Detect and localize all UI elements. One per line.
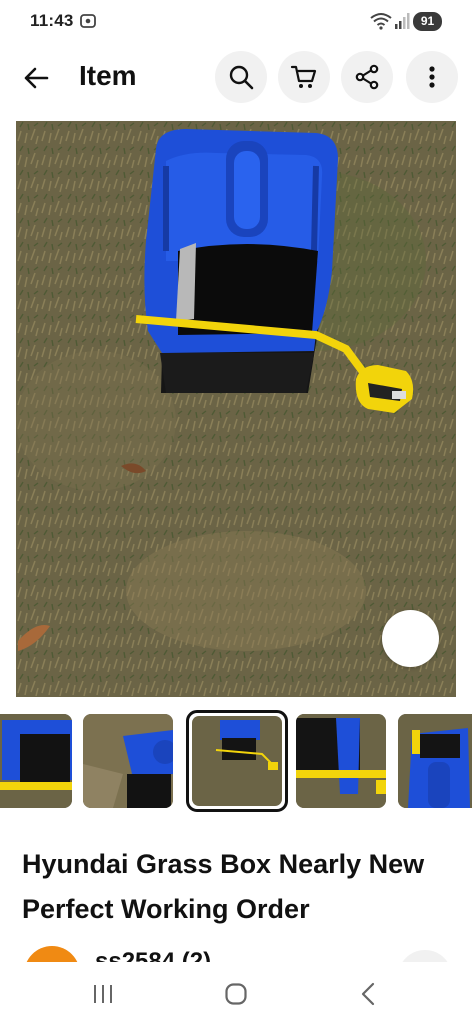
back-icon [361,982,375,1006]
app-header: Item [0,48,472,108]
page-title: Item [79,60,137,91]
search-button[interactable] [215,51,267,103]
main-product-image[interactable] [16,121,456,697]
thumbnail-4[interactable] [296,714,386,808]
thumbnail-2[interactable] [83,714,173,808]
status-time: 11:43 [30,11,74,30]
listing-title: Hyundai Grass Box Nearly New Perfect Wor… [22,849,425,924]
share-button[interactable] [341,51,393,103]
recents-icon [94,985,112,1003]
image-action-button[interactable] [382,610,439,667]
wifi-icon [370,12,392,30]
recents-button[interactable] [73,974,133,1014]
nav-back-button[interactable] [338,974,398,1014]
cart-button[interactable] [278,51,330,103]
thumbnail-1[interactable] [0,714,72,808]
grass-box-photo [16,121,456,697]
search-icon [229,65,254,90]
more-options-button[interactable] [406,51,458,103]
share-icon [355,64,379,90]
home-icon [225,983,247,1005]
thumbnail-3-selected[interactable] [186,710,288,812]
home-button[interactable] [206,974,266,1014]
thumbnail-strip [0,708,472,814]
thumbnail-5[interactable] [398,714,472,808]
back-arrow-icon [24,67,49,89]
cart-icon [290,65,317,88]
screencast-icon [79,12,97,30]
system-nav-bar [0,962,472,1024]
status-bar: 11:43 91 [0,0,472,44]
battery-icon: 91 [413,12,442,31]
more-vertical-icon [429,66,435,88]
back-button[interactable] [14,56,58,100]
signal-icon [394,12,410,30]
